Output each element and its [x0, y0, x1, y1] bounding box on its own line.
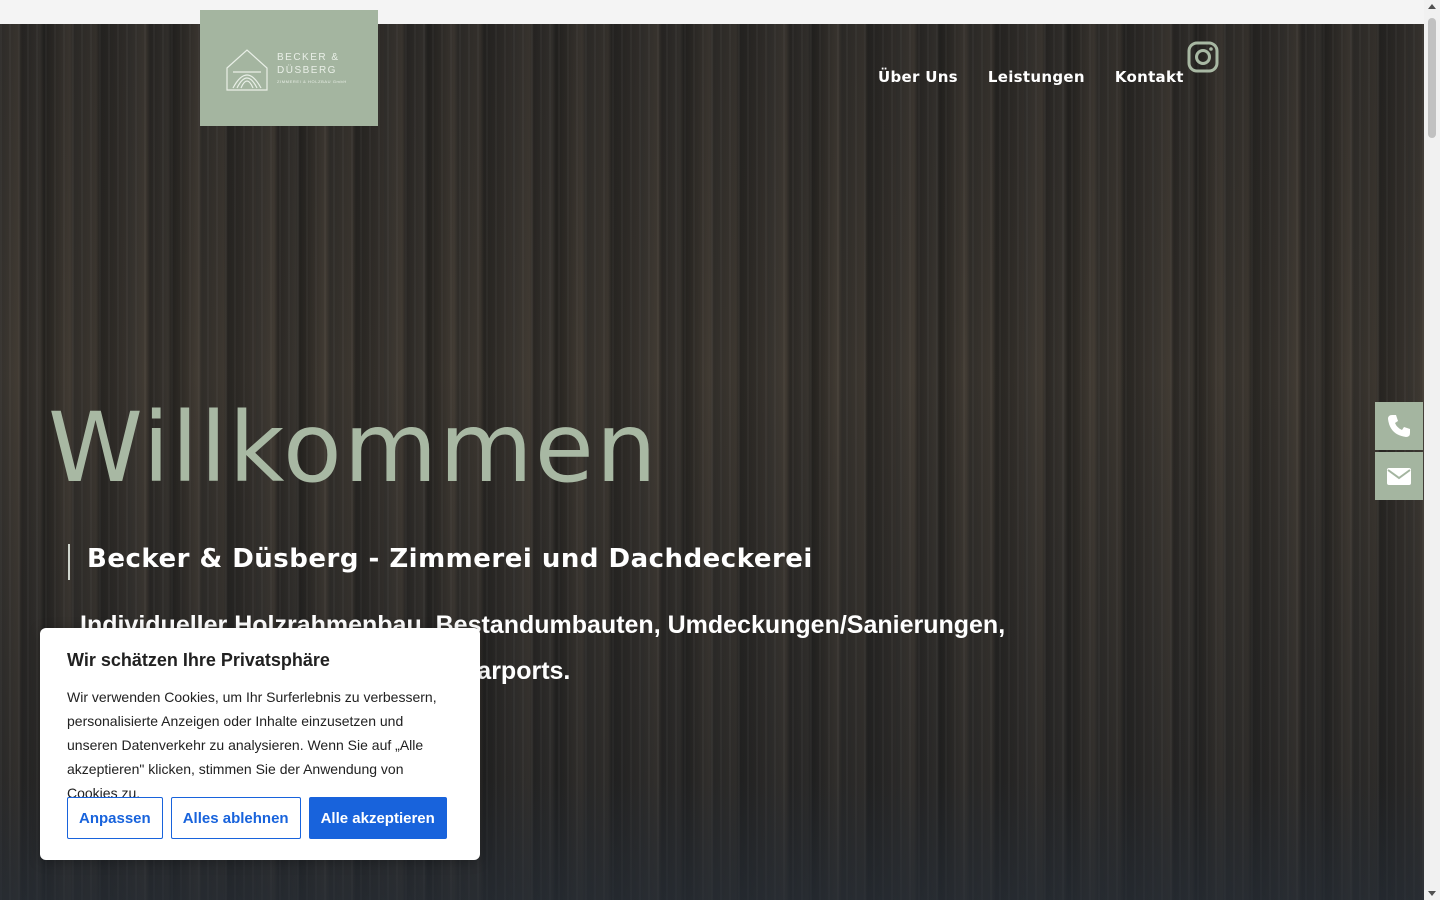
logo-text-1: BECKER &: [277, 52, 340, 63]
hero-subtitle: Becker & Düsberg - Zimmerei und Dachdeck…: [87, 544, 813, 574]
page-scrollbar[interactable]: [1424, 0, 1440, 900]
cookie-button-row: Anpassen Alles ablehnen Alle akzeptieren: [67, 797, 447, 839]
hero-subtitle-block: Becker & Düsberg - Zimmerei und Dachdeck…: [68, 544, 813, 580]
scrollbar-thumb[interactable]: [1428, 18, 1436, 138]
phone-button[interactable]: [1375, 402, 1423, 450]
cookie-title: Wir schätzen Ihre Privatsphäre: [67, 650, 330, 670]
logo-text-3: ZIMMEREI & HOLZBAU GmbH: [277, 79, 347, 84]
hero-title: Willkommen: [48, 392, 659, 504]
phone-icon: [1388, 415, 1410, 437]
instagram-icon[interactable]: [1186, 40, 1220, 74]
logo-text-2: DÜSBERG: [277, 64, 337, 76]
email-button[interactable]: [1375, 452, 1423, 500]
site-logo[interactable]: BECKER & DÜSBERG ZIMMEREI & HOLZBAU GmbH: [200, 10, 378, 126]
nav-item-kontakt[interactable]: Kontakt: [1115, 68, 1184, 86]
cookie-customize-button[interactable]: Anpassen: [67, 797, 163, 839]
scroll-down-arrow[interactable]: [1428, 891, 1436, 896]
cookie-text: Wir verwenden Cookies, um Ihr Surferlebn…: [67, 689, 437, 801]
scroll-up-arrow[interactable]: [1428, 4, 1436, 9]
nav-item-ueber-uns[interactable]: Über Uns: [878, 68, 958, 86]
nav-item-leistungen[interactable]: Leistungen: [988, 68, 1085, 86]
envelope-icon: [1387, 468, 1411, 485]
cookie-consent-banner: Wir schätzen Ihre Privatsphäre Wir verwe…: [40, 628, 480, 860]
cookie-reject-button[interactable]: Alles ablehnen: [170, 797, 301, 839]
cookie-accept-button[interactable]: Alle akzeptieren: [308, 797, 447, 839]
logo-mark-icon: BECKER & DÜSBERG ZIMMEREI & HOLZBAU GmbH: [226, 49, 347, 91]
main-nav: Über Uns Leistungen Kontakt: [878, 68, 1184, 86]
